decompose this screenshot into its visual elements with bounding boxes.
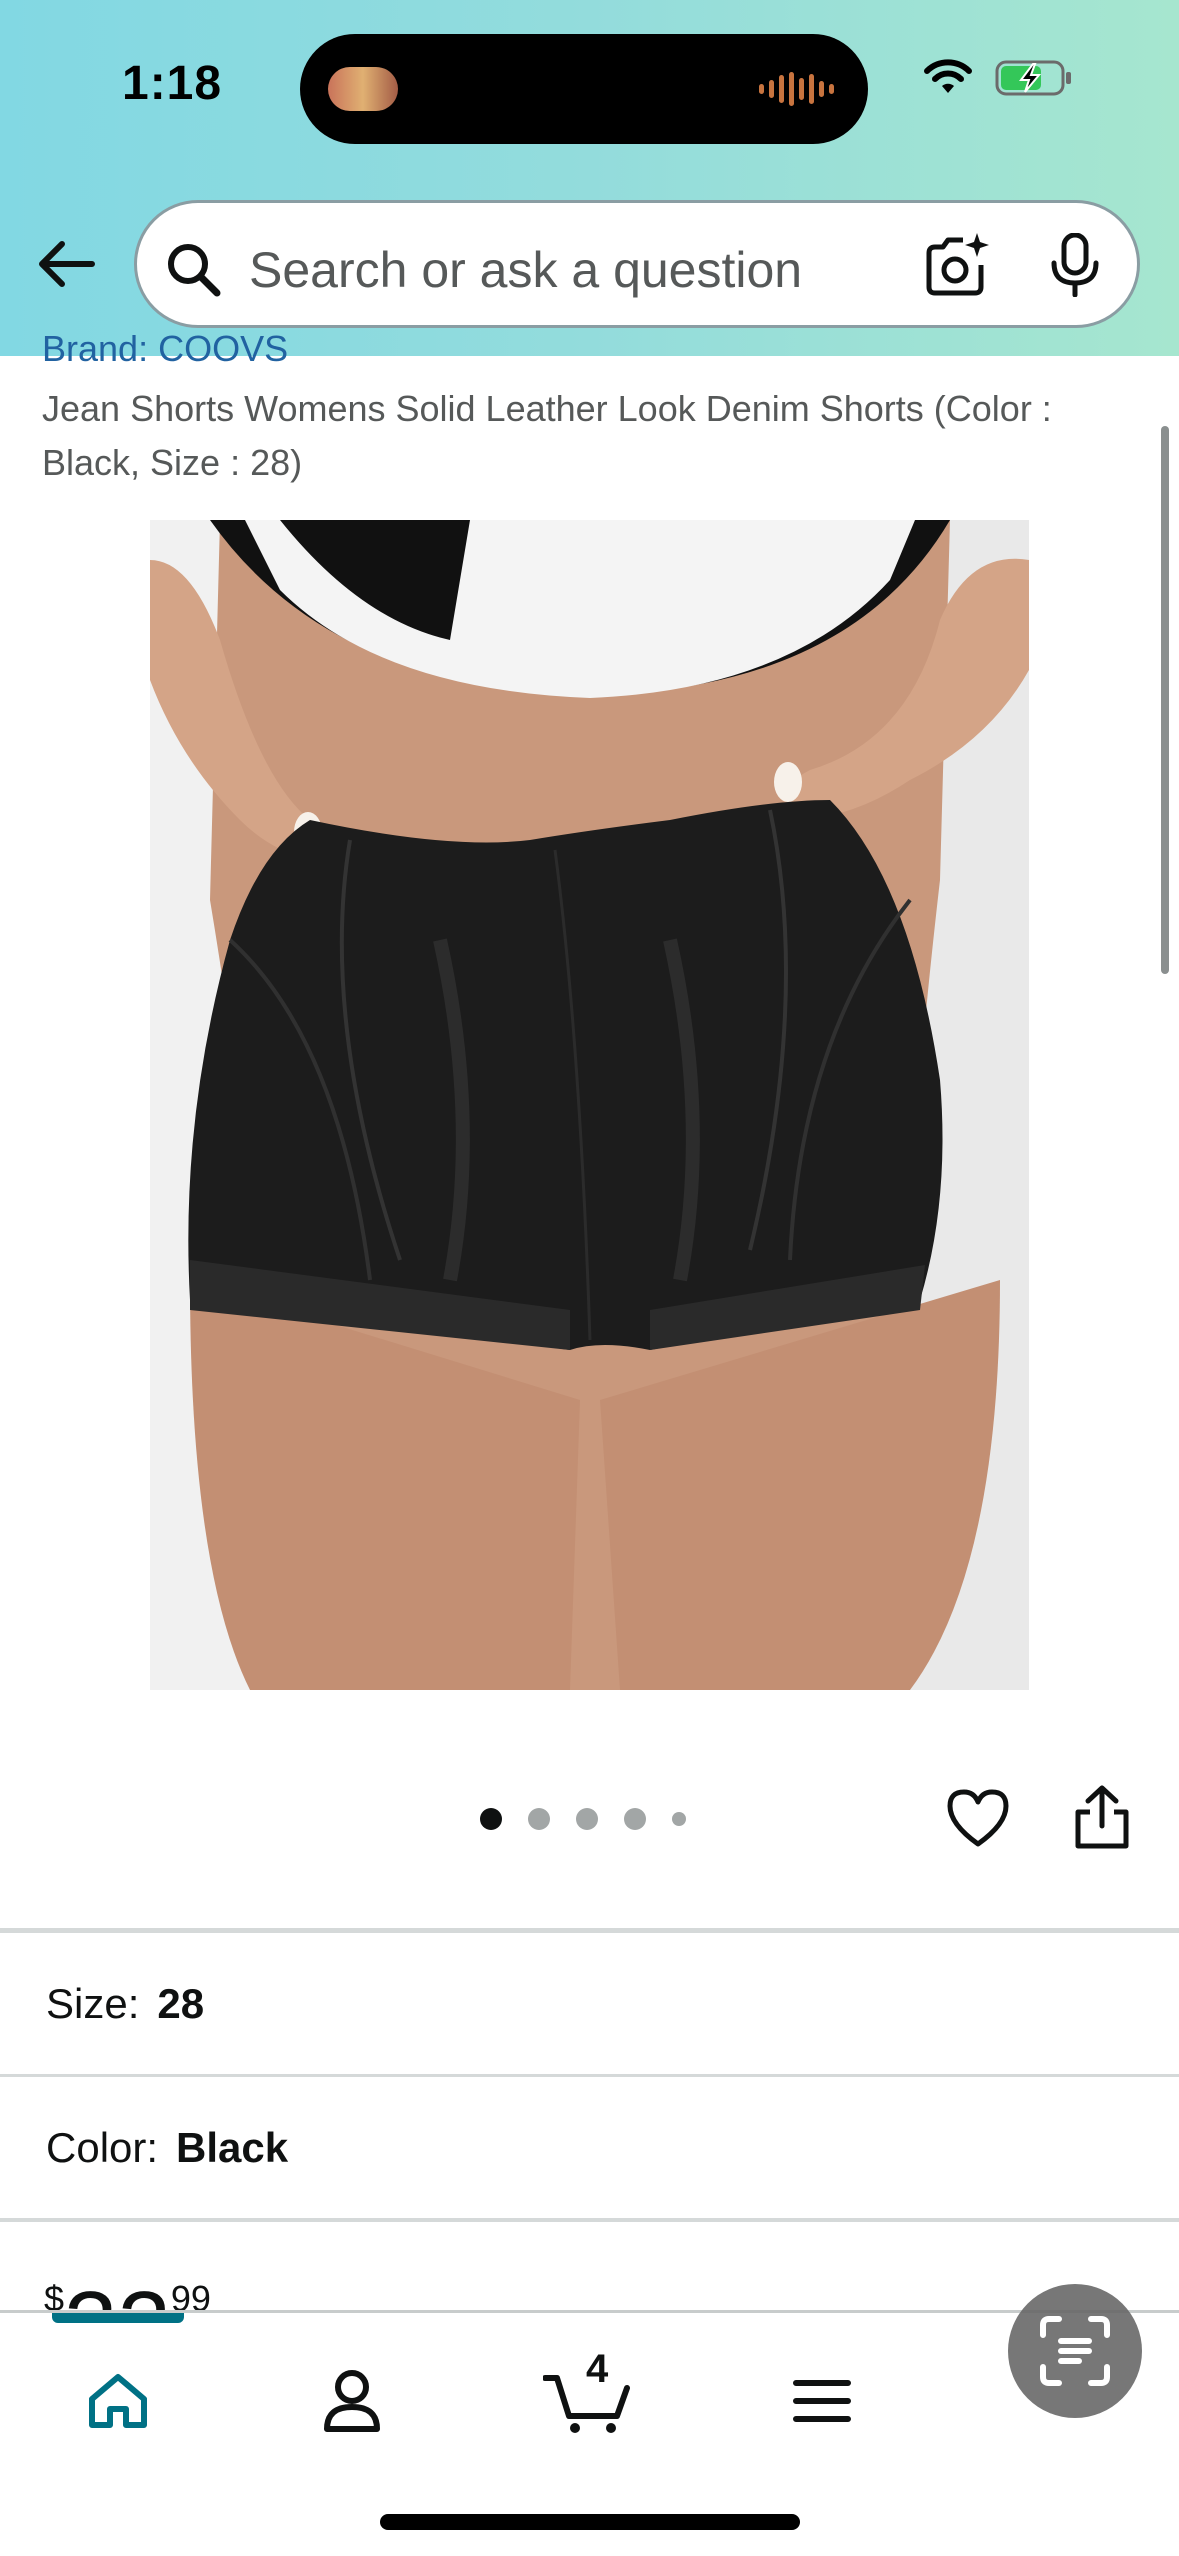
wifi-icon	[924, 59, 972, 93]
carousel-dot[interactable]	[624, 1808, 646, 1830]
option-divider	[0, 2218, 1179, 2222]
search-placeholder: Search or ask a question	[249, 242, 803, 298]
battery-charging-icon	[995, 60, 1071, 96]
status-icons	[923, 58, 1073, 98]
nav-menu[interactable]	[774, 2353, 870, 2449]
now-playing-artwork	[328, 67, 398, 111]
color-label: Color:	[46, 2124, 159, 2171]
product-image[interactable]	[150, 520, 1029, 1690]
cart-count-badge: 4	[586, 2347, 609, 2391]
home-icon	[89, 2374, 147, 2428]
account-icon	[324, 2370, 380, 2432]
lens-scan-icon	[1040, 2316, 1110, 2386]
color-selector[interactable]: Color: Black	[46, 2124, 288, 2172]
image-carousel-indicator[interactable]	[480, 1808, 686, 1830]
microphone-icon[interactable]	[1047, 233, 1103, 297]
size-label: Size:	[46, 1980, 140, 2027]
app-header: 1:18 Search or ask a question	[0, 0, 1179, 356]
carousel-dot[interactable]	[576, 1808, 598, 1830]
audio-waveform-icon	[759, 72, 834, 106]
carousel-dot[interactable]	[528, 1808, 550, 1830]
nav-cart[interactable]: 4	[540, 2347, 636, 2449]
back-arrow-icon	[39, 241, 95, 287]
share-icon[interactable]	[1074, 1784, 1130, 1850]
product-photo	[150, 520, 1029, 1690]
scrollbar[interactable]	[1161, 426, 1169, 974]
section-divider	[0, 1928, 1179, 1933]
menu-icon	[793, 2380, 851, 2422]
dynamic-island[interactable]	[300, 34, 868, 144]
product-title: Jean Shorts Womens Solid Leather Look De…	[42, 388, 1052, 483]
carousel-dot[interactable]	[672, 1812, 686, 1826]
status-time: 1:18	[122, 57, 223, 110]
heart-icon[interactable]	[946, 1788, 1010, 1848]
search-icon	[168, 244, 221, 297]
search-input[interactable]: Search or ask a question	[134, 200, 1140, 328]
size-selector[interactable]: Size: 28	[46, 1980, 204, 2028]
carousel-dot[interactable]	[480, 1808, 502, 1830]
camera-search-icon[interactable]	[923, 231, 991, 299]
nav-home[interactable]	[70, 2353, 166, 2449]
brand-link[interactable]: Brand: COOVS	[42, 328, 288, 370]
back-button[interactable]	[30, 228, 102, 300]
home-indicator[interactable]	[380, 2514, 800, 2530]
option-divider	[0, 2074, 1179, 2077]
active-tab-indicator	[52, 2313, 184, 2323]
lens-scan-button[interactable]	[1008, 2284, 1142, 2418]
size-value: 28	[157, 1980, 205, 2027]
nav-account[interactable]	[304, 2353, 400, 2449]
color-value: Black	[176, 2124, 289, 2171]
